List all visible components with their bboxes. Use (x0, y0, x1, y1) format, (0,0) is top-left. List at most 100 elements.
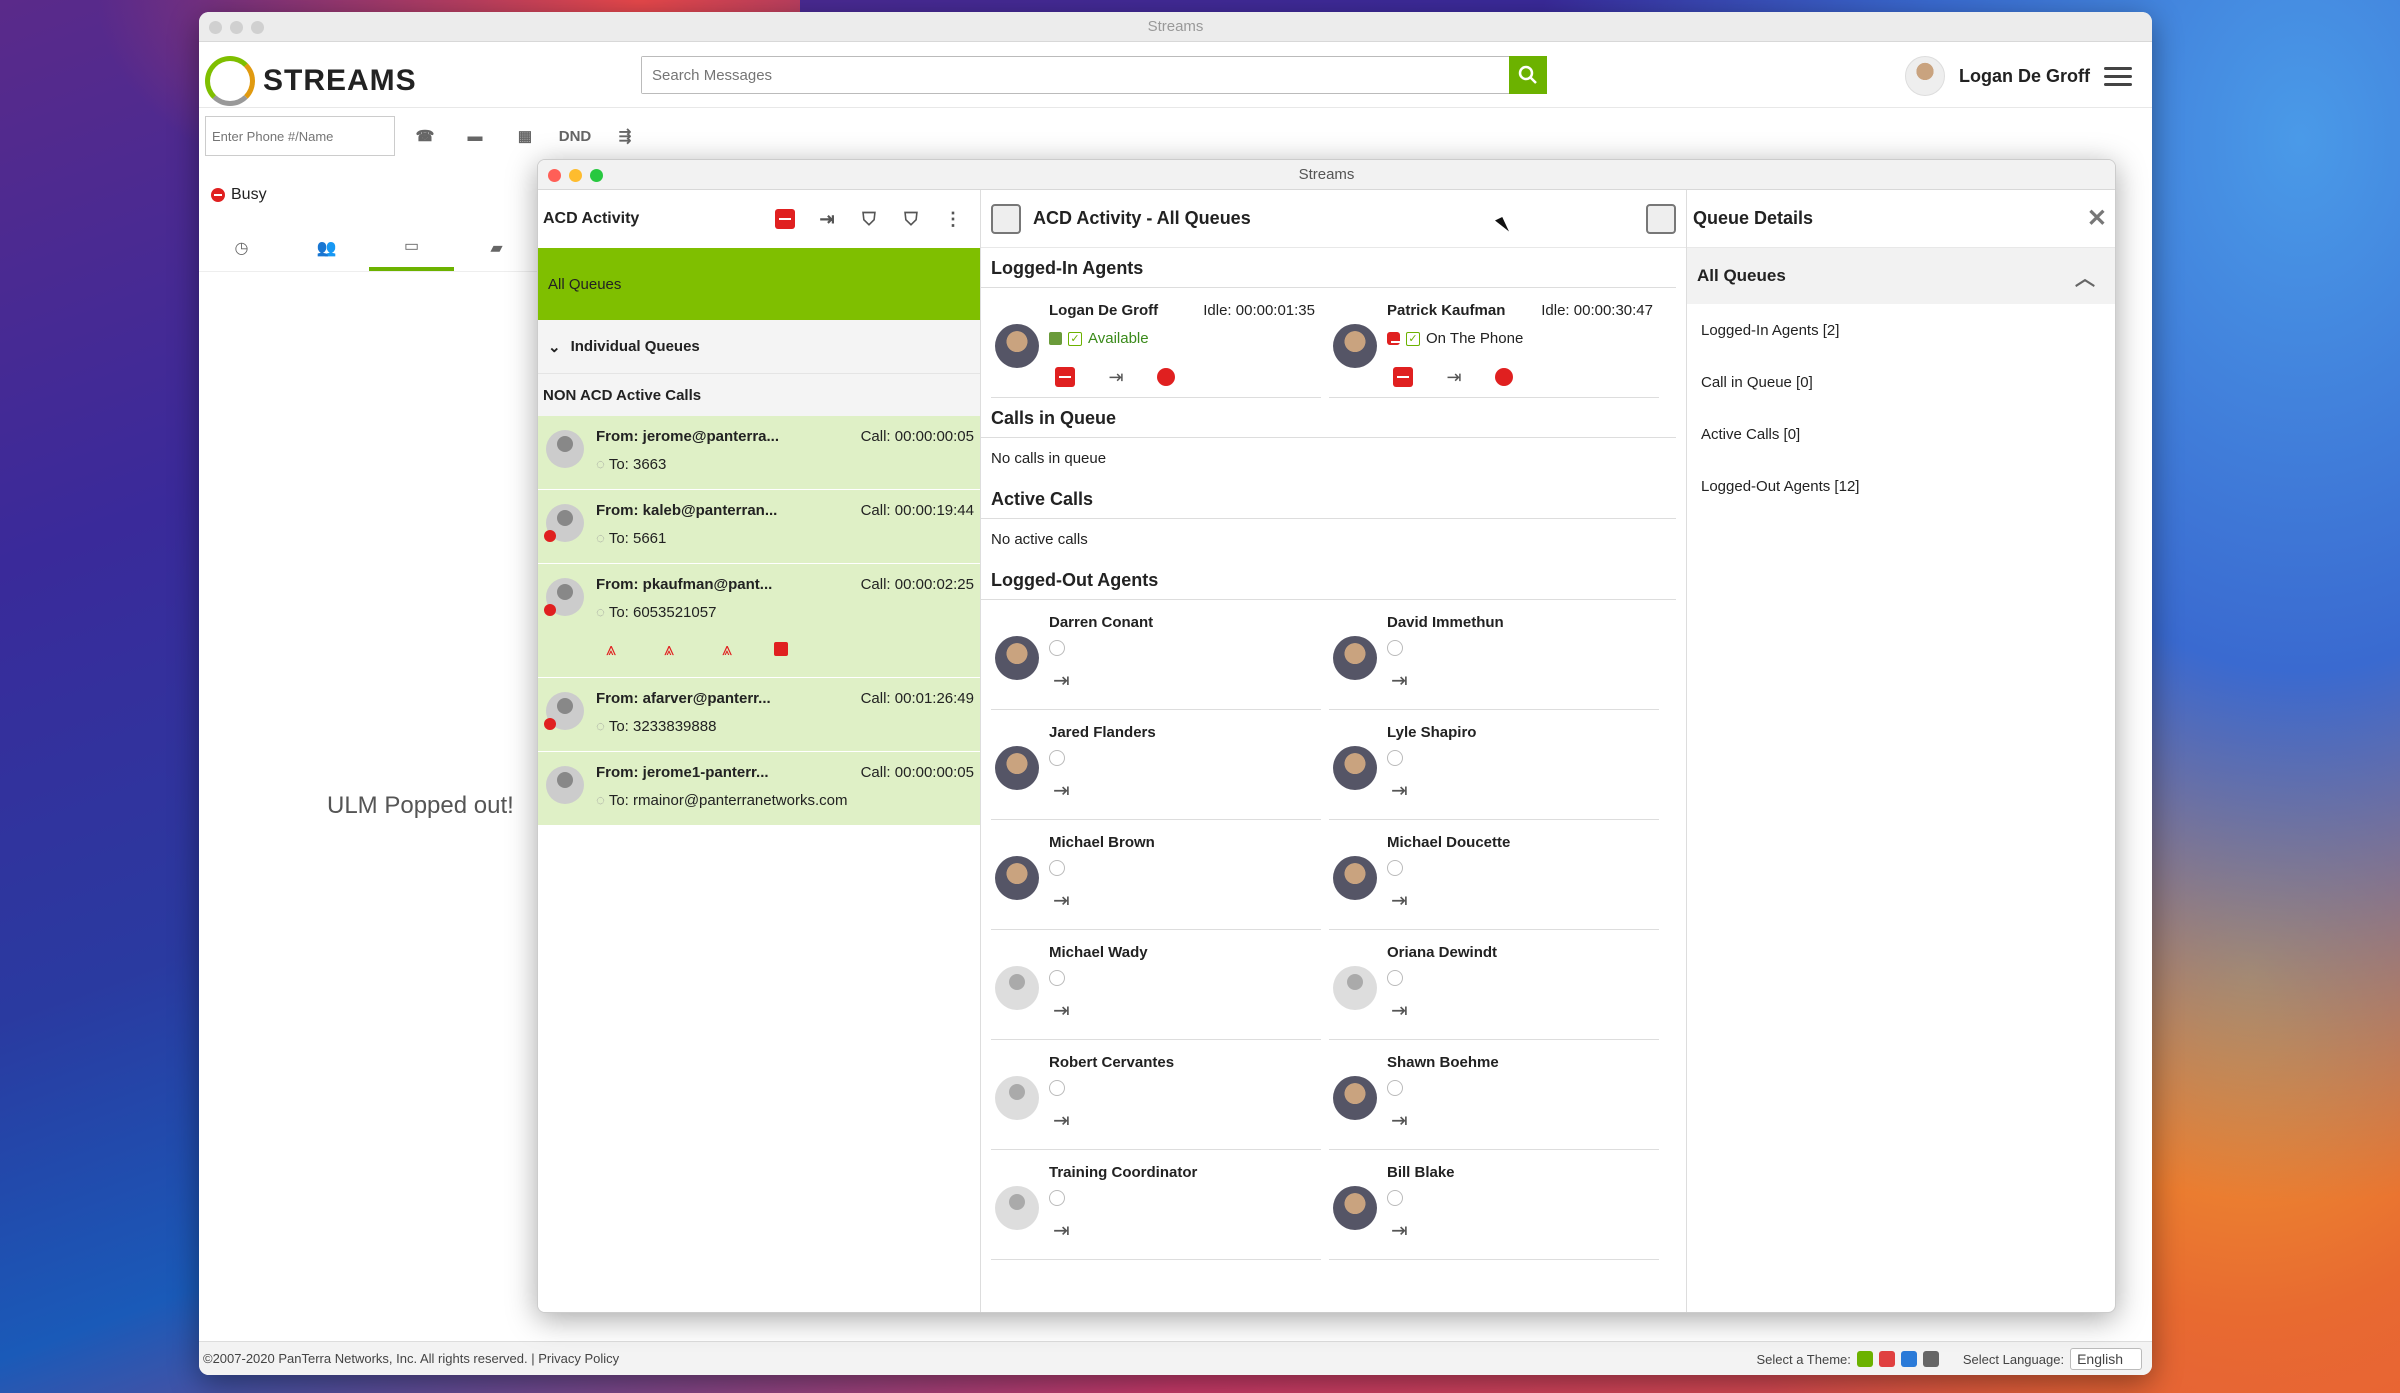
login-icon[interactable]: ⇥ (1391, 998, 1408, 1023)
close-dot[interactable] (209, 21, 222, 34)
login-icon[interactable]: ⇥ (1391, 778, 1408, 803)
sidebar-toggle-icon[interactable] (991, 203, 1021, 234)
qd-all-queues-label: All Queues (1697, 266, 1786, 285)
language-select[interactable]: English (2070, 1348, 2142, 1370)
agent-card[interactable]: Shawn Boehme ⇥ (1329, 1040, 1659, 1150)
logout-icon[interactable]: ⇥ (812, 204, 842, 234)
login-icon[interactable]: ⇥ (1053, 888, 1070, 913)
logout-icon[interactable]: ⇥ (1439, 362, 1469, 392)
minimize-dot[interactable] (230, 21, 243, 34)
agent-card[interactable]: Robert Cervantes ⇥ (991, 1040, 1321, 1150)
call-time: Call: 00:00:02:25 (860, 576, 974, 593)
close-icon[interactable]: ✕ (2087, 204, 2107, 233)
close-dot[interactable] (548, 169, 561, 182)
call-item[interactable]: From: jerome1-panterr... Call: 00:00:00:… (538, 752, 980, 826)
agent-card[interactable]: Jared Flanders ⇥ (991, 710, 1321, 820)
agent-avatar (1333, 856, 1377, 900)
stop-icon[interactable] (774, 642, 788, 656)
no-active-text: No active calls (991, 531, 1088, 548)
agent-card[interactable]: David Immethun ⇥ (1329, 600, 1659, 710)
filter-settings-icon[interactable]: ⛉ (896, 204, 926, 234)
chat-icon[interactable]: ▬ (455, 116, 495, 156)
dnd-red-icon[interactable] (770, 204, 800, 234)
dialpad-icon[interactable]: ▦ (505, 116, 545, 156)
dnd-icon[interactable] (1055, 367, 1075, 387)
qd-logged-in[interactable]: Logged-In Agents [2] (1687, 304, 2115, 356)
qd-active-calls[interactable]: Active Calls [0] (1687, 408, 2115, 460)
call-item[interactable]: From: afarver@panterr... Call: 00:01:26:… (538, 678, 980, 752)
qd-calls-in-queue[interactable]: Call in Queue [0] (1687, 356, 2115, 408)
filter-search-icon[interactable]: ⛉ (854, 204, 884, 234)
theme-swatch-red[interactable] (1878, 1351, 1895, 1367)
zoom-dot[interactable] (251, 21, 264, 34)
agent-avatar (1333, 966, 1377, 1010)
tab-contacts[interactable]: 👥 (284, 224, 369, 271)
login-icon[interactable]: ⇥ (1391, 1218, 1408, 1243)
agent-avatar (995, 856, 1039, 900)
tab-history[interactable]: ◷ (199, 224, 284, 271)
record-icon[interactable] (1495, 368, 1513, 386)
agent-name: Lyle Shapiro (1387, 724, 1477, 741)
agent-avatar (1333, 1186, 1377, 1230)
user-area[interactable]: Logan De Groff (1905, 56, 2152, 96)
dnd-button[interactable]: DND (555, 116, 595, 156)
all-queues-item[interactable]: All Queues (538, 248, 980, 320)
acd-title: ACD Activity (543, 210, 640, 227)
call-item[interactable]: From: jerome@panterra... Call: 00:00:00:… (538, 416, 980, 490)
phone-icon[interactable]: ☎ (405, 116, 445, 156)
monitor-call-icon[interactable]: ⩓ (600, 638, 622, 660)
whisper-call-icon[interactable]: ⩓ (658, 638, 680, 660)
tab-acd[interactable]: ▭ (369, 224, 454, 271)
hamburger-menu-icon[interactable] (2104, 56, 2132, 96)
agent-card[interactable]: Oriana Dewindt ⇥ (1329, 930, 1659, 1040)
agent-card[interactable]: Michael Doucette ⇥ (1329, 820, 1659, 930)
search-button[interactable] (1509, 56, 1547, 94)
popout-titlebar: Streams (538, 160, 2115, 190)
transfer-icon[interactable]: ⇶ (605, 116, 645, 156)
agent-card[interactable]: Michael Brown ⇥ (991, 820, 1321, 930)
user-name[interactable]: Logan De Groff (1959, 66, 2090, 87)
agent-card[interactable]: Logan De Groff Idle: 00:00:01:35 ✓ Avail… (991, 288, 1321, 398)
agent-card[interactable]: Bill Blake ⇥ (1329, 1150, 1659, 1260)
theme-swatch-green[interactable] (1856, 1351, 1873, 1367)
login-icon[interactable]: ⇥ (1391, 1108, 1408, 1133)
tab-files[interactable]: ▰ (454, 224, 539, 271)
details-panel-icon[interactable] (1646, 203, 1676, 234)
agent-card[interactable]: Patrick Kaufman Idle: 00:00:30:47 ✓ On T… (1329, 288, 1659, 398)
qd-all-queues[interactable]: All Queues ︿ (1687, 248, 2115, 304)
theme-swatch-gray[interactable] (1922, 1351, 1939, 1367)
more-vert-icon[interactable]: ⋮ (938, 204, 968, 234)
login-icon[interactable]: ⇥ (1053, 998, 1070, 1023)
call-item[interactable]: From: kaleb@panterran... Call: 00:00:19:… (538, 490, 980, 564)
login-icon[interactable]: ⇥ (1053, 1108, 1070, 1133)
theme-swatch-blue[interactable] (1900, 1351, 1917, 1367)
individual-queues-toggle[interactable]: ⌄ Individual Queues (538, 320, 980, 374)
agent-card[interactable]: Michael Wady ⇥ (991, 930, 1321, 1040)
qd-logged-out[interactable]: Logged-Out Agents [12] (1687, 460, 2115, 512)
agent-card[interactable]: Lyle Shapiro ⇥ (1329, 710, 1659, 820)
avatar[interactable] (1905, 56, 1945, 96)
login-icon[interactable]: ⇥ (1053, 778, 1070, 803)
barge-call-icon[interactable]: ⩓ (716, 638, 738, 660)
login-icon[interactable]: ⇥ (1053, 1218, 1070, 1243)
search-input[interactable] (642, 57, 1510, 93)
people-icon: 👥 (316, 239, 337, 257)
agent-card[interactable]: Training Coordinator ⇥ (991, 1150, 1321, 1260)
acd-popout-window: Streams ACD Activity ⇥ ⛉ ⛉ ⋮ All Queues … (537, 159, 2116, 1313)
call-item[interactable]: From: pkaufman@pant... Call: 00:00:02:25… (538, 564, 980, 678)
clock-icon (1049, 750, 1065, 766)
status-indicator[interactable]: Busy (211, 186, 267, 204)
login-icon[interactable]: ⇥ (1053, 668, 1070, 693)
login-icon[interactable]: ⇥ (1391, 668, 1408, 693)
dnd-icon[interactable] (1393, 367, 1413, 387)
minimize-dot[interactable] (569, 169, 582, 182)
agent-card[interactable]: Darren Conant ⇥ (991, 600, 1321, 710)
zoom-dot[interactable] (590, 169, 603, 182)
agent-status-text: Available (1088, 330, 1149, 347)
agent-status: ✓ On The Phone (1387, 330, 1523, 347)
record-icon[interactable] (1157, 368, 1175, 386)
phone-input[interactable] (205, 116, 395, 156)
logout-icon[interactable]: ⇥ (1101, 362, 1131, 392)
call-time: Call: 00:00:19:44 (860, 502, 974, 519)
login-icon[interactable]: ⇥ (1391, 888, 1408, 913)
